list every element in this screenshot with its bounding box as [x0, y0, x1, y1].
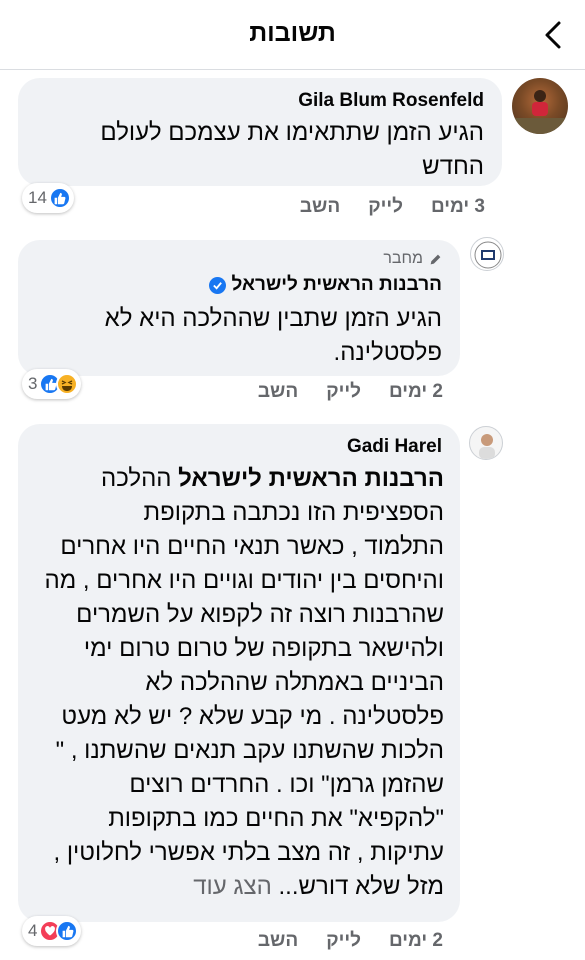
like-button[interactable]: לייק	[368, 196, 403, 218]
comment-text-line: הגיע הזמן שתתאימו את עצמכם לעולם	[100, 119, 484, 146]
reaction-count: 14	[28, 188, 47, 207]
comment-author[interactable]: הרבנות הראשית לישראל	[208, 274, 442, 296]
mentioned-page-link[interactable]: הרבנות הראשית לישראל	[178, 465, 444, 492]
comment-text-line: ולהישאר בתקופה של טרום טרום ימי	[83, 635, 444, 662]
comment-time: 2 ימים	[388, 930, 443, 951]
author-badge-label: מחבר	[383, 250, 423, 267]
comment-text-line: והיחסים בין יהודים וגויים היו אחרים , מה	[44, 567, 444, 594]
comment-text-line: שהזמן גרמן" וכו . החרדים רוצים	[129, 771, 444, 798]
comment-text-line: הביניים באמתלה שההלכה לא	[145, 669, 444, 696]
comment-actions: 2 ימים לייק השב	[258, 930, 443, 952]
comment-author[interactable]: Gila Blum Rosenfeld	[298, 90, 484, 112]
comment-text-line: הגיע הזמן שתבין שההלכה היא לא	[104, 305, 442, 332]
comment-time: 2 ימים	[388, 381, 443, 402]
comment-text-line: החדש	[422, 153, 484, 180]
comment-text-line: פלסטלינה . מי קבע שלא ? יש לא מעט	[61, 703, 444, 730]
page-title: תשובות	[249, 19, 336, 47]
comment-text-line: פלסטלינה.	[333, 339, 442, 366]
like-reaction-icon	[56, 920, 79, 942]
comment-bubble: Gila Blum Rosenfeld הגיע הזמן שתתאימו את…	[18, 78, 502, 186]
comment-actions: 2 ימים לייק השב	[258, 381, 443, 403]
verified-badge-icon	[208, 276, 226, 294]
comment-actions: 3 ימים לייק השב	[300, 196, 485, 218]
comment-bubble: מחבר הרבנות הראשית לישראל הגיע הזמן שתבי…	[18, 240, 460, 376]
like-button[interactable]: לייק	[326, 381, 361, 403]
like-reaction-icon	[48, 187, 71, 209]
reaction-summary[interactable]: 4	[22, 916, 82, 946]
comment-author[interactable]: Gadi Harel	[347, 436, 442, 458]
author-badge: מחבר	[383, 250, 442, 268]
comment-bubble: Gadi Harel הרבנות הראשית לישראל ההלכה הס…	[18, 424, 460, 922]
reaction-summary[interactable]: 3	[22, 369, 82, 399]
comment-text-line: שהרבנות רוצה זה לקפוא על השמרים	[76, 601, 444, 628]
top-bar: תשובות	[0, 0, 585, 70]
avatar[interactable]	[469, 426, 503, 460]
comment-time: 3 ימים	[430, 196, 485, 217]
reaction-count: 3	[28, 374, 38, 393]
comment-text-line: הלכות שהשתנו עקב תנאים שהשתנו , "	[55, 737, 444, 764]
reply-button[interactable]: השב	[258, 381, 298, 403]
comment-text-line: התלמוד , כאשר תנאי החיים היו אחרים	[60, 533, 444, 560]
like-button[interactable]: לייק	[326, 930, 361, 952]
reaction-count: 4	[28, 921, 38, 940]
avatar[interactable]	[512, 78, 568, 134]
reaction-summary[interactable]: 14	[22, 183, 74, 213]
avatar[interactable]	[470, 237, 504, 271]
comment-text-line: עתיקות , זה מצב בלתי אפשרי לחלוטין ,	[53, 839, 444, 866]
see-more-link[interactable]: הצג עוד	[193, 873, 272, 900]
comment-text-line: "להקפיא" את החיים כמו בתקופות	[108, 805, 444, 832]
pencil-icon	[430, 254, 441, 264]
comment-author-name: הרבנות הראשית לישראל	[231, 274, 442, 295]
comment-text-fragment: מזל שלא דורש...	[278, 873, 444, 900]
reply-button[interactable]: השב	[258, 930, 298, 952]
reply-button[interactable]: השב	[300, 196, 340, 218]
back-arrow-icon[interactable]	[537, 18, 571, 52]
comment-text-fragment: ההלכה	[101, 465, 179, 492]
haha-reaction-icon	[56, 373, 79, 395]
comment-text-line: הספציפית הזו נכתבה בתקופת	[143, 499, 444, 526]
